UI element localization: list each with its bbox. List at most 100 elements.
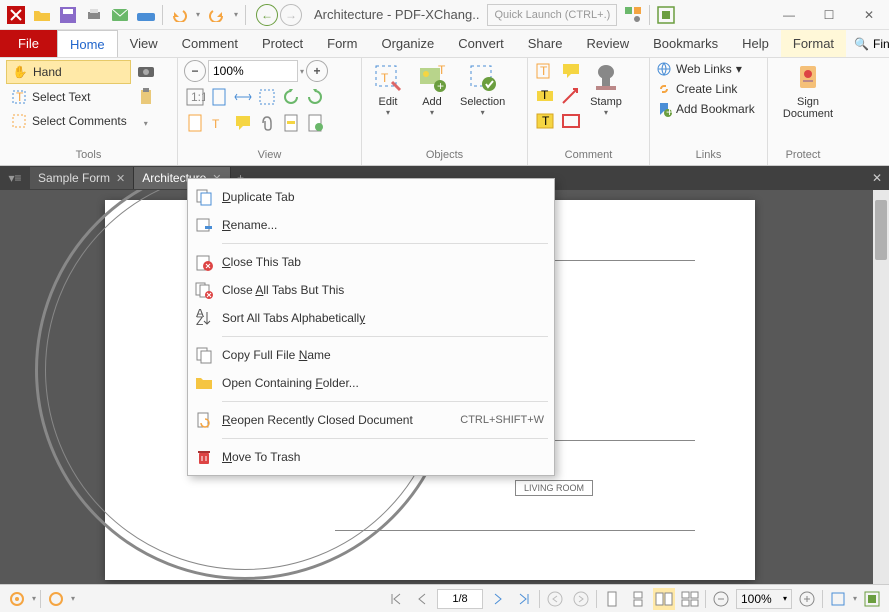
rectangle-icon[interactable] — [560, 110, 582, 132]
zoom-status-input[interactable]: 100%▾ — [736, 589, 792, 609]
selection-button[interactable]: Selection ▾ — [456, 60, 509, 119]
cm-close-this-tab[interactable]: Close This Tab — [188, 248, 554, 276]
zoom-in-button[interactable]: + — [306, 60, 328, 82]
cm-close-all-but-this[interactable]: Close All Tabs But This — [188, 276, 554, 304]
menu-organize[interactable]: Organize — [369, 30, 446, 57]
highlight-icon[interactable]: T — [534, 60, 556, 82]
page-input[interactable] — [437, 589, 483, 609]
actual-size-icon[interactable]: 1:1 — [184, 86, 206, 108]
continuous-icon[interactable] — [627, 588, 649, 610]
edit-button[interactable]: T Edit ▾ — [368, 60, 408, 119]
tabbar-close-icon[interactable]: ✕ — [865, 171, 889, 185]
menu-help[interactable]: Help — [730, 30, 781, 57]
file-menu[interactable]: File — [0, 30, 57, 57]
single-page-icon[interactable] — [601, 588, 623, 610]
nav-fwd-status-icon[interactable] — [570, 588, 592, 610]
fit-visible-icon[interactable] — [256, 86, 278, 108]
email-icon[interactable] — [108, 3, 132, 27]
scan-icon[interactable] — [134, 3, 158, 27]
fit-width-icon[interactable] — [232, 86, 254, 108]
launch-app-icon[interactable] — [654, 3, 678, 27]
zoom-in-status-icon[interactable] — [796, 588, 818, 610]
menu-review[interactable]: Review — [574, 30, 641, 57]
snapshot-icon[interactable] — [135, 60, 157, 82]
text-box-icon[interactable]: T — [534, 110, 556, 132]
undo-icon[interactable] — [167, 3, 191, 27]
chevron-down-icon[interactable]: ▾ — [32, 594, 36, 603]
select-comments-tool[interactable]: Select Comments — [6, 110, 131, 132]
stamp-button[interactable]: Stamp ▾ — [586, 60, 626, 119]
close-tab-icon[interactable]: ✕ — [116, 172, 125, 185]
print-icon[interactable] — [82, 3, 106, 27]
last-page-icon[interactable] — [513, 588, 535, 610]
chevron-down-icon[interactable]: ▾ — [853, 594, 857, 603]
add-button[interactable]: T+ Add ▾ — [412, 60, 452, 119]
menu-comment[interactable]: Comment — [170, 30, 250, 57]
options-left-icon[interactable] — [6, 588, 28, 610]
menu-format[interactable]: Format — [781, 30, 846, 57]
cm-sort-alphabetically[interactable]: AZ Sort All Tabs Alphabetically — [188, 304, 554, 332]
two-page-icon[interactable] — [653, 588, 675, 610]
zoom-dropdown-icon[interactable]: ▾ — [300, 67, 304, 76]
rotate-ccw-icon[interactable] — [280, 86, 302, 108]
zoom-input[interactable] — [208, 60, 298, 82]
attach-icon[interactable] — [256, 112, 278, 134]
prev-page-icon[interactable] — [411, 588, 433, 610]
note-icon[interactable] — [232, 112, 254, 134]
two-continuous-icon[interactable] — [679, 588, 701, 610]
hand-tool[interactable]: ✋ Hand — [6, 60, 131, 84]
maximize-button[interactable]: ☐ — [809, 0, 849, 30]
tab-list-icon[interactable]: ▾≡ — [0, 166, 30, 190]
cm-duplicate-tab[interactable]: Duplicate Tab — [188, 183, 554, 211]
clipboard-icon[interactable] — [135, 86, 157, 108]
open-icon[interactable] — [30, 3, 54, 27]
cm-open-containing-folder[interactable]: Open Containing Folder... — [188, 369, 554, 397]
cm-move-to-trash[interactable]: Move To Trash — [188, 443, 554, 471]
app-icon[interactable] — [4, 3, 28, 27]
arrow-icon[interactable] — [560, 85, 582, 107]
select-text-tool[interactable]: T Select Text — [6, 86, 131, 108]
vertical-scrollbar[interactable] — [873, 190, 889, 590]
web-links-button[interactable]: Web Links ▾ — [656, 60, 742, 78]
clipboard-dropdown-icon[interactable]: ▾ — [135, 112, 157, 134]
menu-bookmarks[interactable]: Bookmarks — [641, 30, 730, 57]
chevron-down-icon[interactable]: ▾ — [71, 594, 75, 603]
menu-protect[interactable]: Protect — [250, 30, 315, 57]
zoom-out-button[interactable]: − — [184, 60, 206, 82]
cm-copy-filename[interactable]: Copy Full File Name — [188, 341, 554, 369]
menu-view[interactable]: View — [118, 30, 170, 57]
cm-rename[interactable]: Rename... — [188, 211, 554, 239]
highlight-doc-icon[interactable] — [280, 112, 302, 134]
quick-launch-input[interactable]: Quick Launch (CTRL+.) — [487, 4, 617, 26]
nav-back-icon[interactable]: ← — [256, 4, 278, 26]
scroll-thumb[interactable] — [875, 200, 887, 260]
zoom-out-status-icon[interactable] — [710, 588, 732, 610]
save-icon[interactable] — [56, 3, 80, 27]
fit-status-icon[interactable] — [827, 588, 849, 610]
fullscreen-icon[interactable] — [861, 588, 883, 610]
ui-options-icon[interactable] — [621, 3, 645, 27]
redo-icon[interactable] — [205, 3, 229, 27]
options-left2-icon[interactable] — [45, 588, 67, 610]
first-page-icon[interactable] — [385, 588, 407, 610]
text-highlight-icon[interactable]: T — [534, 85, 556, 107]
cm-reopen-closed[interactable]: Reopen Recently Closed Document CTRL+SHI… — [188, 406, 554, 434]
fit-page-icon[interactable] — [208, 86, 230, 108]
create-link-button[interactable]: Create Link — [656, 80, 737, 98]
find-button[interactable]: 🔍 Find... — [846, 30, 889, 57]
rotate-cw-icon[interactable] — [304, 86, 326, 108]
minimize-button[interactable]: — — [769, 0, 809, 30]
tab-sample-form[interactable]: Sample Form ✕ — [30, 167, 134, 189]
menu-convert[interactable]: Convert — [446, 30, 516, 57]
page-display-icon[interactable] — [184, 112, 206, 134]
menu-form[interactable]: Form — [315, 30, 369, 57]
undo-dropdown-icon[interactable]: ▾ — [193, 3, 203, 27]
sign-document-button[interactable]: Sign Document — [774, 60, 842, 122]
typewriter-icon[interactable]: T — [208, 112, 230, 134]
page-options-icon[interactable] — [304, 112, 326, 134]
sticky-note-icon[interactable] — [560, 60, 582, 82]
menu-home[interactable]: Home — [57, 30, 118, 57]
nav-forward-icon[interactable]: → — [280, 4, 302, 26]
next-page-icon[interactable] — [487, 588, 509, 610]
close-button[interactable]: ✕ — [849, 0, 889, 30]
